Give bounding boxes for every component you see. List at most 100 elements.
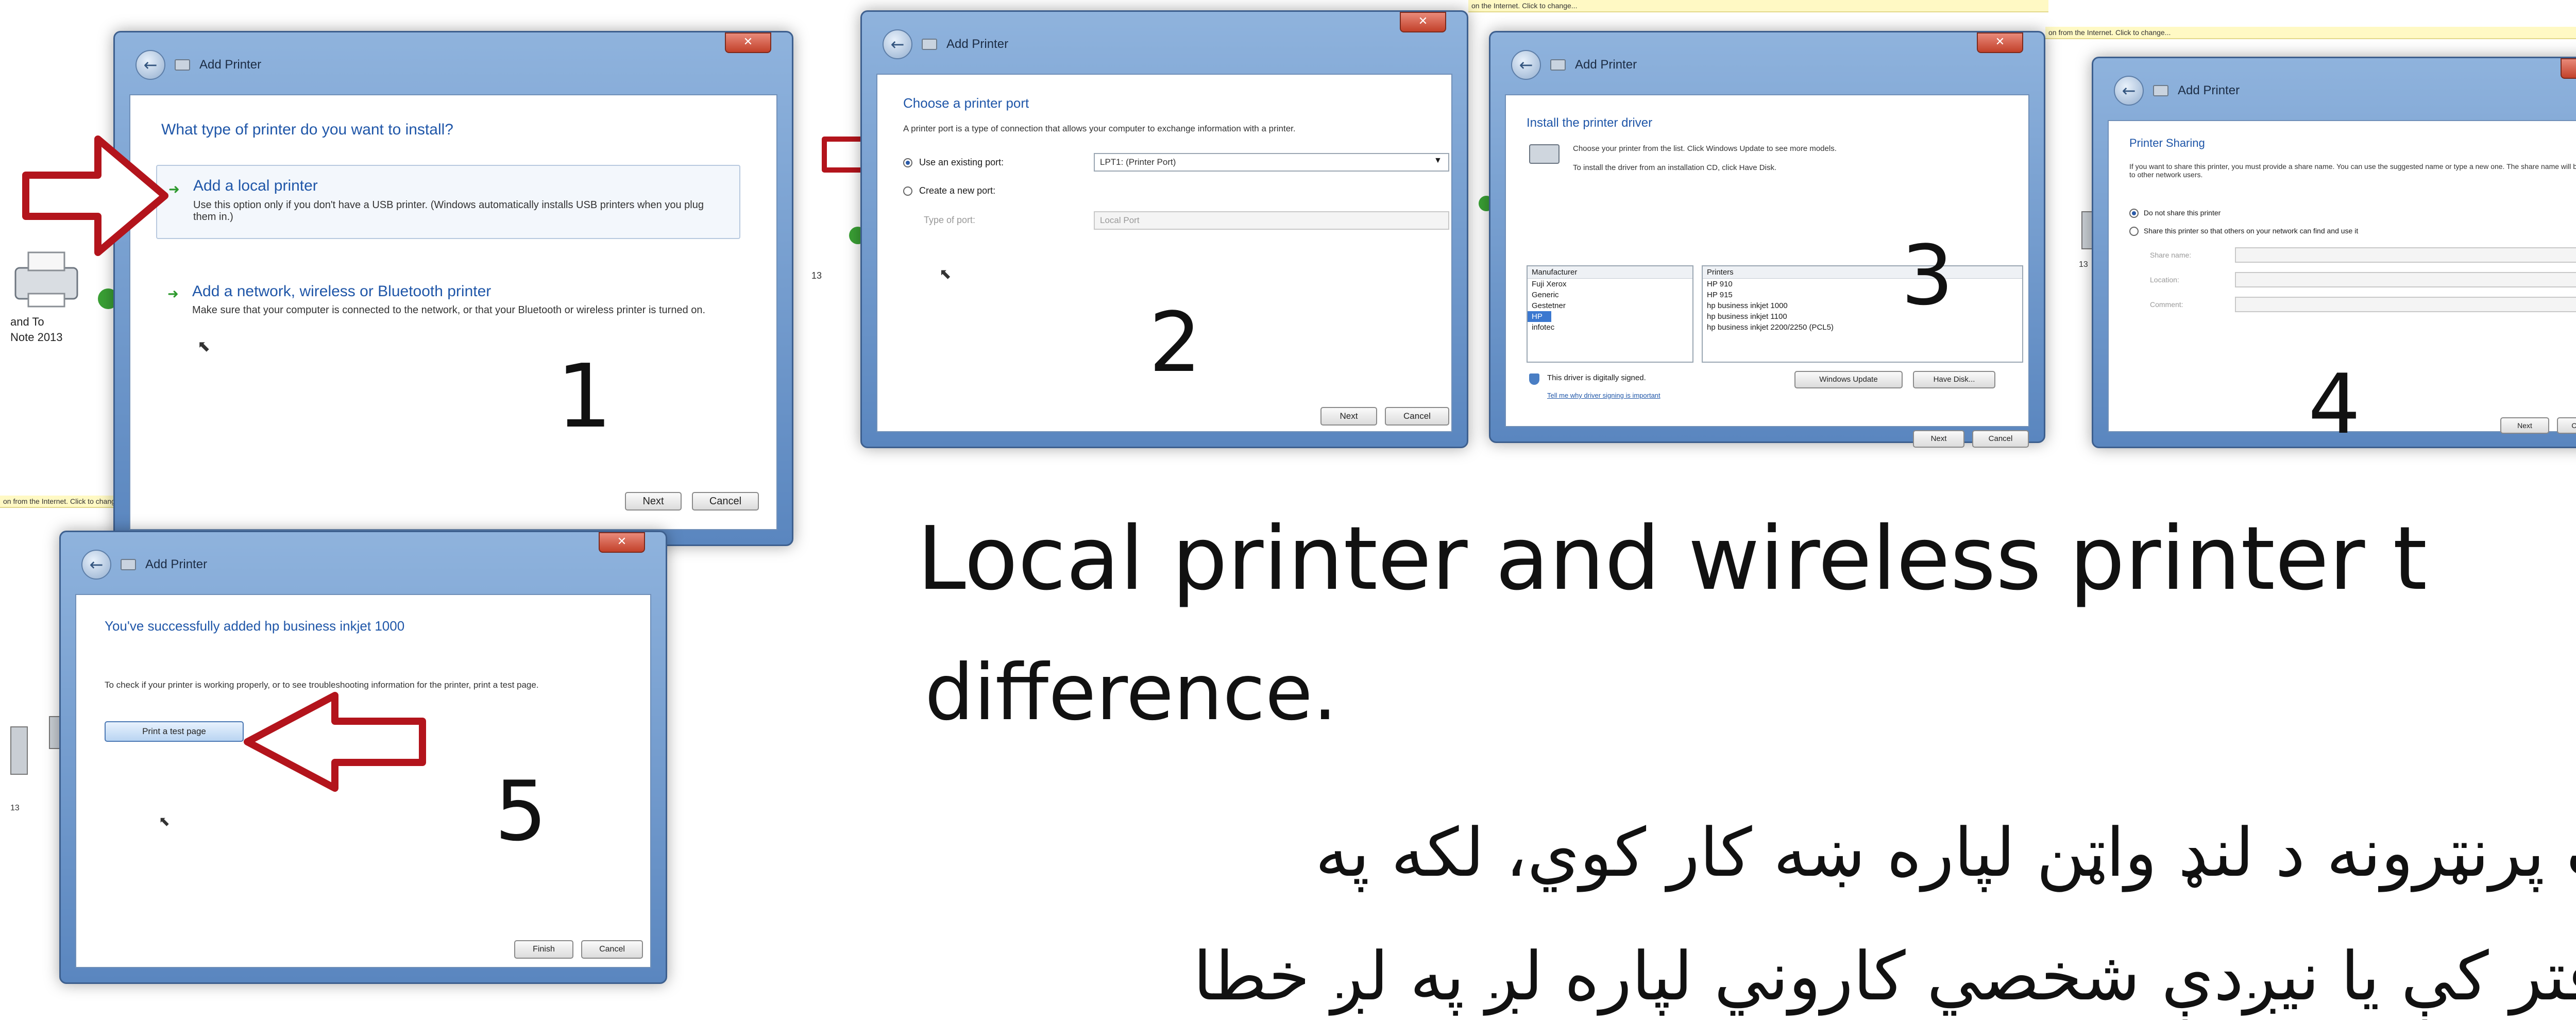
caption-english-line2: difference. [925, 648, 1337, 738]
page-heading: Printer Sharing [2129, 137, 2205, 149]
list-item[interactable]: infotec [1528, 322, 1692, 333]
back-arrow-icon[interactable]: ← [81, 550, 111, 580]
radio-icon [2129, 227, 2139, 236]
list-item[interactable]: Gestetner [1528, 300, 1692, 311]
share-name-input[interactable] [2235, 247, 2576, 263]
list-item[interactable]: HP 910 [1703, 279, 2022, 290]
port-type-label: Type of port: [924, 215, 976, 225]
printer-graphic-icon [1529, 144, 1560, 164]
radio-share[interactable]: Share this printer so that others on you… [2129, 227, 2358, 236]
radio-label: Create a new port: [919, 185, 996, 196]
next-button[interactable]: Next [1320, 407, 1377, 426]
cancel-button[interactable]: Cancel [1385, 407, 1449, 426]
step-number-2: 2 [1149, 294, 1201, 390]
cancel-button[interactable]: Cancel [1972, 430, 2029, 448]
info-bar[interactable]: on the Internet. Click to change... [1468, 0, 2048, 12]
red-arrow-pointer [244, 692, 426, 792]
step-number-1: 1 [556, 346, 613, 448]
next-button[interactable]: Next [625, 492, 682, 511]
dialog-body: What type of printer do you want to inst… [129, 94, 777, 530]
back-arrow-icon[interactable]: ← [2114, 76, 2144, 106]
desktop-label: and To Note 2013 [10, 315, 63, 344]
list-item[interactable]: Generic [1528, 290, 1692, 300]
radio-create-new[interactable]: Create a new port: [903, 185, 995, 196]
radio-no-share[interactable]: Do not share this printer [2129, 209, 2221, 218]
mouse-cursor: ⬉ [159, 814, 170, 829]
window-title: Add Printer [946, 37, 1009, 51]
radio-label: Do not share this printer [2143, 209, 2221, 217]
existing-port-select[interactable]: LPT1: (Printer Port) [1094, 153, 1449, 172]
step-number-3: 3 [1901, 227, 1954, 324]
red-arrow-pointer [22, 135, 168, 256]
list-item-selected[interactable]: HP [1528, 311, 1551, 322]
window-title: Add Printer [199, 58, 262, 72]
share-name-label: Share name: [2150, 251, 2192, 259]
signed-text: This driver is digitally signed. [1547, 373, 1646, 382]
comment-label: Comment: [2150, 300, 2183, 309]
radio-icon [903, 186, 912, 196]
page-heading: Choose a printer port [903, 95, 1029, 111]
printers-list[interactable]: Printers HP 910 HP 915 hp business inkje… [1702, 265, 2023, 363]
desktop-label: 13 [10, 804, 20, 812]
finish-button[interactable]: Finish [514, 940, 573, 959]
back-arrow-icon[interactable]: ← [883, 29, 912, 59]
cancel-button[interactable]: Cancel [581, 940, 643, 959]
desktop-label: 13 [2079, 260, 2088, 269]
print-test-page-button[interactable]: Print a test page [105, 721, 244, 742]
have-disk-button[interactable]: Have Disk... [1913, 371, 1995, 388]
radio-label: Use an existing port: [919, 157, 1004, 167]
printer-desktop-icon [10, 726, 28, 775]
list-header: Printers [1703, 266, 2022, 279]
page-desc: Choose your printer from the list. Click… [1573, 144, 1837, 153]
back-arrow-icon[interactable]: ← [1511, 50, 1541, 80]
next-button[interactable]: Next [1913, 430, 1964, 448]
location-input[interactable] [2235, 272, 2576, 287]
green-arrow-icon: ➜ [168, 181, 180, 197]
next-button[interactable]: Next [2500, 417, 2549, 434]
option-desc: Use this option only if you don't have a… [193, 199, 704, 223]
back-arrow-icon[interactable]: ← [135, 50, 165, 80]
caption-english-line1: Local printer and wireless printer t [917, 508, 2428, 610]
option-title: Add a network, wireless or Bluetooth pri… [192, 283, 492, 300]
option-desc: Make sure that your computer is connecte… [192, 304, 706, 316]
windows-update-button[interactable]: Windows Update [1794, 371, 1903, 388]
list-header: Manufacturer [1528, 266, 1692, 279]
info-bar[interactable]: on from the Internet. Click to change... [2045, 27, 2576, 39]
option-network-printer[interactable]: ➜ Add a network, wireless or Bluetooth p… [156, 276, 738, 348]
page-heading: You've successfully added hp business in… [105, 618, 405, 634]
window-title: Add Printer [145, 557, 208, 571]
driver-signing-link[interactable]: Tell me why driver signing is important [1547, 392, 1660, 399]
printer-icon [922, 39, 937, 50]
cancel-button[interactable]: Cancel [692, 492, 759, 511]
page-desc: A printer port is a type of connection t… [903, 124, 1296, 133]
page-desc: If you want to share this printer, you m… [2129, 162, 2576, 179]
radio-label: Share this printer so that others on you… [2143, 227, 2359, 235]
printer-icon [175, 59, 190, 71]
caption-pashto-line2: دفتر کې یا نیږدې شخصي کاروني لپاره لږ په… [1193, 937, 2576, 1015]
page-desc: To check if your printer is working prop… [105, 680, 539, 690]
manufacturer-list[interactable]: Manufacturer Fuji Xerox Generic Gestetne… [1527, 265, 1693, 363]
list-item[interactable]: hp business inkjet 2200/2250 (PCL5) [1703, 322, 2022, 333]
port-type-select[interactable]: Local Port [1094, 211, 1449, 230]
list-item[interactable]: Fuji Xerox [1528, 279, 1692, 290]
radio-icon [2129, 209, 2139, 218]
chevron-down-icon: ▼ [1434, 156, 1442, 165]
list-item[interactable]: HP 915 [1703, 290, 2022, 300]
step-number-4: 4 [2308, 356, 2361, 452]
page-heading: Install the printer driver [1527, 116, 1653, 130]
caption-pashto-line1: ټ پرنټرونه د لنډ واټن لپاره ښه کار کوي، … [1315, 813, 2576, 892]
radio-use-existing[interactable]: Use an existing port: [903, 157, 1004, 168]
comment-input[interactable] [2235, 297, 2576, 312]
printer-icon [121, 559, 136, 570]
cancel-button[interactable]: Cancel [2557, 417, 2576, 434]
shield-icon [1529, 373, 1539, 385]
window-title: Add Printer [1575, 58, 1637, 72]
list-item[interactable]: hp business inkjet 1100 [1703, 311, 2022, 322]
list-item[interactable]: hp business inkjet 1000 [1703, 300, 2022, 311]
add-printer-window-step1: ✕ ← Add Printer What type of printer do … [113, 31, 793, 546]
option-local-printer[interactable]: ➜ Add a local printer Use this option on… [156, 165, 740, 239]
desktop-label: 13 [811, 270, 822, 281]
mouse-cursor: ⬉ [197, 337, 211, 355]
window-title: Add Printer [2178, 83, 2240, 97]
step-number-5: 5 [495, 763, 547, 859]
